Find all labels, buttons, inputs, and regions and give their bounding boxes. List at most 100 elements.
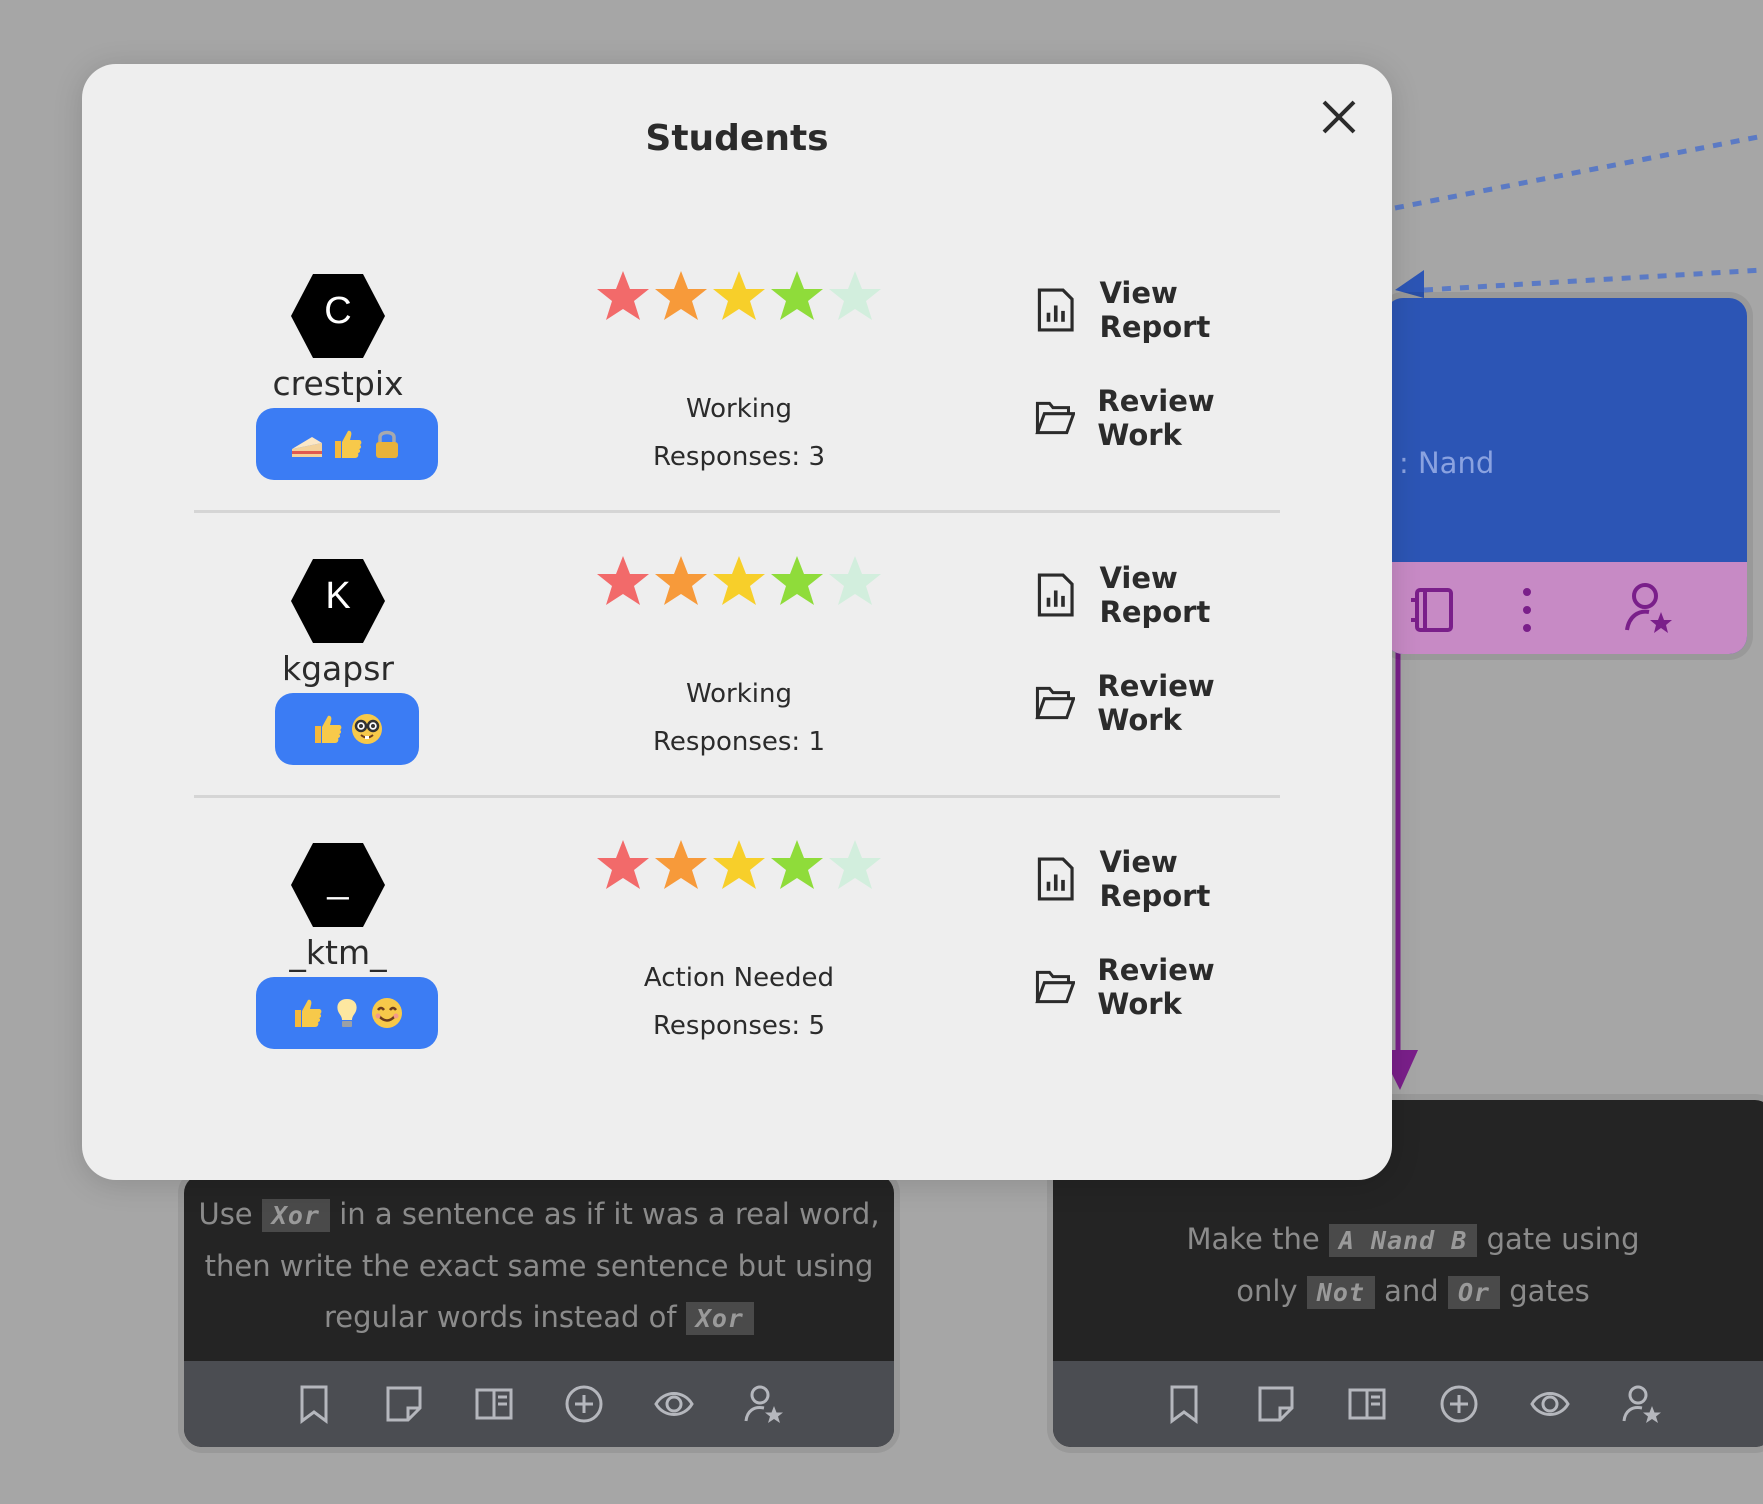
star-icon <box>829 556 881 605</box>
star-icon <box>597 840 649 889</box>
star-icon <box>771 840 823 889</box>
star-icon <box>655 271 707 320</box>
star-icon <box>713 556 765 605</box>
close-icon[interactable] <box>1316 94 1362 140</box>
activity-card-toolbar <box>184 1361 894 1447</box>
star-rating <box>594 837 884 895</box>
sticky-note-icon[interactable] <box>384 1384 424 1424</box>
activity-card-prompt: Use Xor in a sentence as if it was a rea… <box>184 1189 894 1344</box>
code-term: Or <box>1447 1276 1501 1309</box>
more-options-icon[interactable] <box>1519 586 1535 634</box>
activity-card-xor[interactable]: Use Xor in a sentence as if it was a rea… <box>184 1175 894 1447</box>
star-icon <box>655 840 707 889</box>
code-term: Xor <box>685 1302 754 1335</box>
star-icon <box>829 271 881 320</box>
activity-card-prompt: Make the A Nand B gate using only Not an… <box>1053 1214 1763 1318</box>
status-text: Working <box>685 679 793 709</box>
avatar-initial: C <box>324 290 352 332</box>
avatar-initial: K <box>325 575 351 617</box>
folder-open-icon <box>1035 686 1076 720</box>
emoji-badge[interactable] <box>256 977 438 1049</box>
activity-card-toolbar <box>1053 1361 1763 1447</box>
code-term: Xor <box>261 1199 331 1232</box>
report-icon <box>1037 857 1074 901</box>
row-divider <box>194 510 1280 513</box>
responses-count: Responses: 1 <box>653 727 825 757</box>
bookmark-icon[interactable] <box>294 1384 334 1424</box>
view-report-label: View Report <box>1099 561 1211 629</box>
prompt-text: only <box>1236 1274 1298 1308</box>
report-icon <box>1037 573 1074 617</box>
activity-card-nand[interactable]: : Nand <box>1385 298 1747 654</box>
thumbs-up-icon <box>315 715 342 743</box>
prompt-text: in a sentence as if it was a real word, <box>339 1197 880 1231</box>
star-icon <box>655 556 707 605</box>
assign-user-icon[interactable] <box>1625 582 1673 634</box>
star-icon <box>771 271 823 320</box>
review-work-button[interactable]: Review Work <box>1034 384 1280 452</box>
row-divider <box>194 795 1280 798</box>
emoji-badge[interactable] <box>256 408 438 480</box>
nerd-face-icon <box>352 714 382 744</box>
view-report-label: View Report <box>1099 276 1211 344</box>
cake-icon <box>292 437 322 457</box>
prompt-text: gate using <box>1486 1222 1640 1256</box>
assign-user-icon[interactable] <box>1622 1384 1662 1424</box>
view-report-label: View Report <box>1099 845 1211 913</box>
star-icon <box>771 556 823 605</box>
avatar[interactable]: K <box>289 557 387 645</box>
add-circle-icon[interactable] <box>564 1384 604 1424</box>
eye-icon[interactable] <box>1530 1384 1570 1424</box>
prompt-text: then write the exact same sentence but u… <box>204 1249 874 1283</box>
prompt-text: Use <box>198 1197 253 1231</box>
reader-view-icon[interactable] <box>1347 1384 1387 1424</box>
students-modal: Students C crestpix Working Responses: 3… <box>82 64 1392 1180</box>
view-report-button[interactable]: View Report <box>1034 276 1280 344</box>
activity-card-title: : Nand <box>1399 446 1495 480</box>
star-rating <box>594 268 884 326</box>
assign-user-icon[interactable] <box>744 1384 784 1424</box>
prompt-text: regular words instead of <box>324 1300 677 1334</box>
student-name: _ktm_ <box>289 933 387 972</box>
view-report-button[interactable]: View Report <box>1034 561 1280 629</box>
status-text: Working <box>685 394 793 424</box>
thumbs-up-icon <box>335 430 362 458</box>
bookmark-icon[interactable] <box>1164 1384 1204 1424</box>
avatar[interactable]: C <box>289 272 387 360</box>
review-work-button[interactable]: Review Work <box>1034 953 1280 1021</box>
avatar[interactable]: _ <box>289 841 387 929</box>
star-icon <box>713 840 765 889</box>
thumbs-up-icon <box>295 999 322 1027</box>
avatar-initial: _ <box>327 859 349 901</box>
report-icon <box>1037 288 1074 332</box>
star-icon <box>713 271 765 320</box>
review-work-button[interactable]: Review Work <box>1034 669 1280 737</box>
folder-open-icon <box>1035 970 1076 1004</box>
lock-icon <box>376 430 398 458</box>
review-work-label: Review Work <box>1097 384 1215 452</box>
responses-count: Responses: 5 <box>653 1011 825 1041</box>
sticky-note-icon[interactable] <box>1256 1384 1296 1424</box>
star-rating <box>594 553 884 611</box>
activity-card-toolbar <box>1385 562 1747 654</box>
star-icon <box>597 556 649 605</box>
prompt-text: Make the <box>1186 1222 1320 1256</box>
view-report-button[interactable]: View Report <box>1034 845 1280 913</box>
notebook-icon[interactable] <box>1409 586 1457 634</box>
add-circle-icon[interactable] <box>1439 1384 1479 1424</box>
smiling-face-icon <box>372 998 402 1028</box>
student-name: crestpix <box>272 364 404 403</box>
code-term: A Nand B <box>1328 1224 1478 1257</box>
review-work-label: Review Work <box>1097 669 1215 737</box>
student-name: kgapsr <box>282 649 394 688</box>
star-icon <box>597 271 649 320</box>
student-row: _ _ktm_ Action Needed Responses: 5 View … <box>194 837 1280 1121</box>
emoji-badge[interactable] <box>275 693 419 765</box>
lightbulb-icon <box>337 999 357 1027</box>
eye-icon[interactable] <box>654 1384 694 1424</box>
responses-count: Responses: 3 <box>653 442 825 472</box>
prompt-text: and <box>1384 1274 1439 1308</box>
reader-view-icon[interactable] <box>474 1384 514 1424</box>
review-work-label: Review Work <box>1097 953 1215 1021</box>
status-text: Action Needed <box>643 963 835 993</box>
